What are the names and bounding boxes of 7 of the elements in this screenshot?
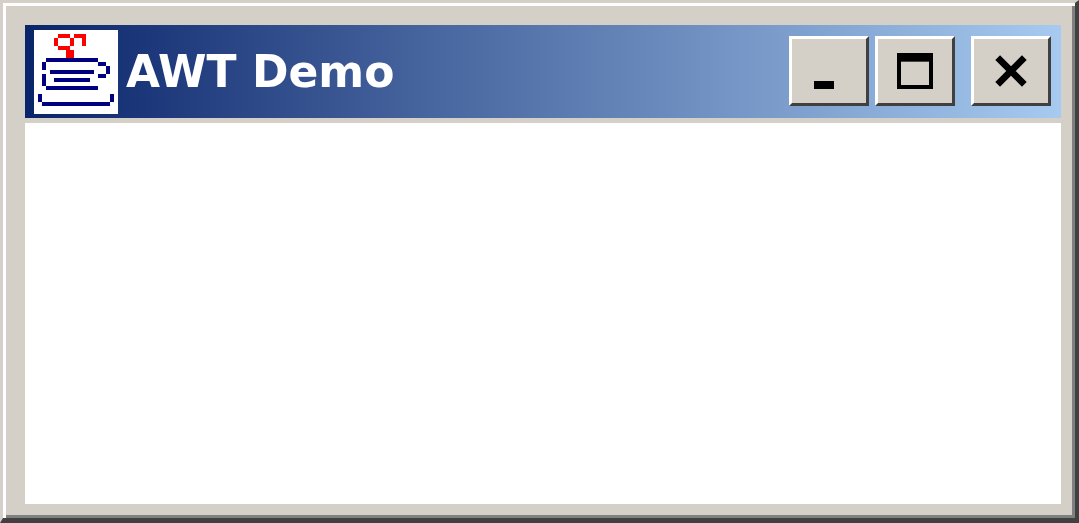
maximize-button[interactable] [875, 35, 955, 106]
coffee-cup-icon [34, 29, 118, 114]
window-title: AWT Demo [126, 46, 395, 97]
minimize-button[interactable] [789, 35, 869, 106]
close-button[interactable] [971, 35, 1051, 106]
maximize-icon [895, 50, 935, 91]
minimize-icon [814, 80, 834, 89]
